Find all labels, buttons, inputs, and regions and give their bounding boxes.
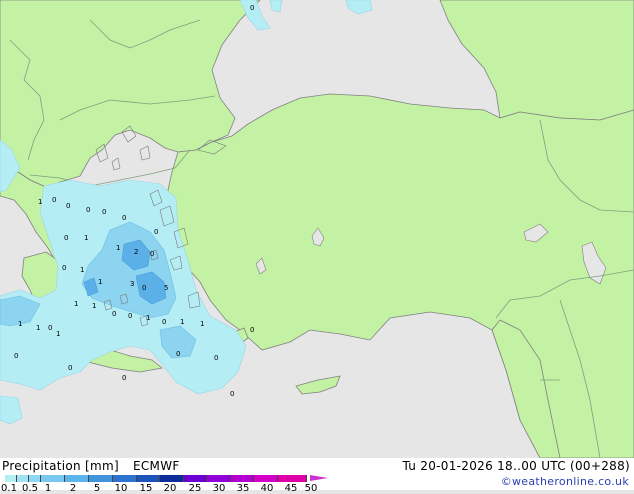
point-label: 0	[86, 206, 90, 214]
legend-swatch	[29, 475, 41, 482]
legend-swatch	[160, 475, 184, 482]
legend-swatch	[17, 475, 29, 482]
legend-tick-label: 5	[93, 483, 101, 494]
point-label: 0	[162, 318, 166, 326]
point-label: 0	[176, 350, 180, 358]
forecast-datetime: Tu 20-01-2026 18..00 UTC (00+288)	[402, 459, 630, 473]
point-label: 1	[92, 302, 96, 310]
point-label: 0	[66, 202, 70, 210]
legend-tick-label: 2	[69, 483, 77, 494]
legend-swatch	[278, 475, 307, 482]
point-label: 0	[64, 234, 68, 242]
point-label: 0	[128, 312, 132, 320]
legend-tick-label: 0.1	[1, 483, 17, 494]
legend-swatch	[89, 475, 113, 482]
point-label: 0	[48, 324, 52, 332]
legend-tick-label: 30	[212, 483, 226, 494]
map-footer: Precipitation [mm] ECMWF Tu 20-01-2026 1…	[0, 458, 634, 494]
legend-swatch	[254, 475, 278, 482]
legend-tick-label: 25	[188, 483, 202, 494]
legend-tick-label: 40	[260, 483, 274, 494]
point-label: 1	[180, 318, 184, 326]
legend-swatch	[41, 475, 65, 482]
point-label: 0	[52, 196, 56, 204]
point-label: 1	[200, 320, 204, 328]
point-label: 1	[74, 300, 78, 308]
point-label: 1	[146, 314, 150, 322]
precipitation-map: 0 1 0 0 0 0 0 1 0 0 1 0 1 2 0 1 3 0 5 1 …	[0, 0, 634, 458]
point-label: 0	[62, 264, 66, 272]
legend-tick-label: 10	[114, 483, 128, 494]
legend-tick-label: 15	[139, 483, 153, 494]
point-label: 1	[18, 320, 22, 328]
legend-swatch	[113, 475, 137, 482]
point-label: 2	[134, 248, 138, 256]
point-label: 0	[150, 250, 154, 258]
point-label: 1	[38, 198, 42, 206]
point-label: 1	[84, 234, 88, 242]
point-label: 0	[102, 208, 106, 216]
point-label: 0	[122, 214, 126, 222]
legend-tick-label: 45	[284, 483, 298, 494]
legend-swatch	[207, 475, 231, 482]
point-label: 1	[36, 324, 40, 332]
point-label: 0	[14, 352, 18, 360]
legend-swatch	[65, 475, 89, 482]
legend-tick-label: 1	[44, 483, 52, 494]
point-label: 0	[154, 228, 158, 236]
point-label: 0	[250, 4, 254, 12]
legend-color-bar	[5, 475, 307, 482]
point-label: 0	[142, 284, 146, 292]
point-label: 0	[112, 310, 116, 318]
point-label: 5	[164, 284, 168, 292]
legend-swatch	[5, 475, 17, 482]
legend-tick-label: 0.5	[22, 483, 38, 494]
point-label: 1	[116, 244, 120, 252]
legend-swatch	[231, 475, 254, 482]
legend-swatch	[137, 475, 160, 482]
map-title: Precipitation [mm]	[2, 459, 119, 473]
legend-tick-label: 35	[236, 483, 250, 494]
point-label: 1	[80, 266, 84, 274]
model-name: ECMWF	[133, 459, 180, 473]
point-label: 0	[122, 374, 126, 382]
point-label: 0	[68, 364, 72, 372]
credit-link[interactable]: ©weatheronline.co.uk	[501, 475, 629, 488]
point-label: 3	[130, 280, 134, 288]
legend-tick-label: 50	[304, 483, 318, 494]
point-label: 0	[250, 326, 254, 334]
map-svg: 0 1 0 0 0 0 0 1 0 0 1 0 1 2 0 1 3 0 5 1 …	[0, 0, 634, 458]
point-label: 1	[56, 330, 60, 338]
point-label: 1	[98, 278, 102, 286]
legend-tick-label: 20	[163, 483, 177, 494]
legend-swatch	[184, 475, 207, 482]
point-label: 0	[230, 390, 234, 398]
legend-overflow-arrow	[310, 475, 328, 481]
point-label: 0	[214, 354, 218, 362]
